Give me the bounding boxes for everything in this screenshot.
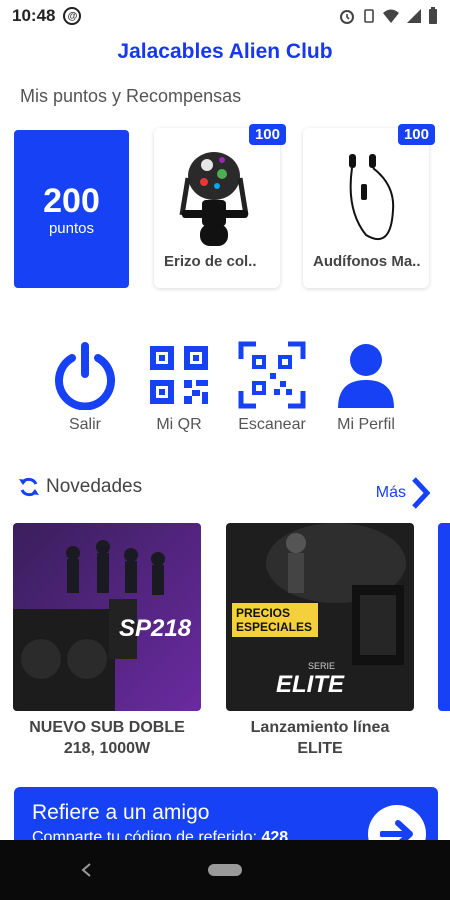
promo-badge: PRECIOS ESPECIALES	[232, 603, 318, 637]
reward-name: Erizo de col..	[164, 253, 257, 270]
alarm-icon	[340, 10, 354, 24]
news-card[interactable]: SP218 NUEVO SUB DOBLE 218, 1000W	[13, 523, 201, 759]
points-card[interactable]: 200 puntos	[14, 130, 129, 288]
qr-code-icon	[144, 340, 214, 410]
news-title: Lanzamiento línea ELITE	[250, 719, 390, 757]
my-qr-label: Mi QR	[156, 416, 202, 433]
back-icon[interactable]	[80, 862, 92, 878]
battery-icon	[429, 7, 437, 24]
reward-points-badge: 100	[397, 124, 435, 145]
refresh-icon[interactable]	[18, 476, 40, 498]
news-card-peek[interactable]	[438, 523, 450, 711]
disco-ball-image	[172, 140, 262, 248]
scan-label: Escanear	[238, 416, 306, 433]
product-name-overlay: SP218	[119, 615, 192, 642]
reward-points-badge: 100	[248, 124, 286, 145]
chevron-right-icon	[412, 477, 430, 509]
power-icon	[50, 340, 120, 410]
app-notification-icon: @	[63, 7, 82, 25]
more-news-link[interactable]: Más	[376, 476, 430, 510]
signal-icon	[407, 9, 421, 23]
referral-title: Refiere a un amigo	[32, 801, 210, 824]
news-card[interactable]: PRECIOS ESPECIALES SERIE ELITE Lanzamien…	[226, 523, 414, 759]
status-bar: 10:48 @	[0, 0, 450, 32]
reward-card[interactable]: 100 Audífonos Ma..	[303, 124, 435, 288]
logout-label: Salir	[68, 416, 101, 433]
system-nav-bar	[0, 840, 450, 900]
earphones-image	[321, 140, 411, 248]
home-pill[interactable]	[208, 864, 242, 876]
news-image: SP218	[13, 523, 201, 711]
news-title: NUEVO SUB DOBLE 218, 1000W	[29, 719, 185, 757]
points-value: 200	[43, 181, 100, 220]
vibrate-icon	[364, 9, 374, 23]
scan-button[interactable]: Escanear	[227, 340, 317, 434]
points-label: puntos	[48, 219, 95, 237]
wifi-icon	[383, 9, 399, 23]
qr-scan-icon	[237, 340, 307, 410]
reward-name: Audífonos Ma..	[313, 253, 421, 270]
app-title: Jalacables Alien Club	[117, 40, 333, 63]
status-icons	[338, 7, 438, 25]
my-profile-button[interactable]: Mi Perfil	[321, 340, 411, 434]
my-qr-button[interactable]: Mi QR	[134, 340, 224, 434]
series-label: SERIE	[308, 661, 336, 671]
news-header: Novedades	[18, 476, 142, 498]
product-line-overlay: ELITE	[276, 671, 345, 698]
status-time: 10:48	[12, 6, 56, 25]
my-profile-label: Mi Perfil	[337, 416, 395, 433]
reward-card[interactable]: 100 Erizo de col..	[154, 124, 286, 288]
news-image: PRECIOS ESPECIALES SERIE ELITE	[226, 523, 414, 711]
news-header-label: Novedades	[46, 476, 143, 497]
logout-button[interactable]: Salir	[40, 340, 130, 434]
rewards-section-label: Mis puntos y Recompensas	[20, 86, 242, 106]
more-label: Más	[375, 484, 406, 501]
user-icon	[331, 340, 401, 410]
